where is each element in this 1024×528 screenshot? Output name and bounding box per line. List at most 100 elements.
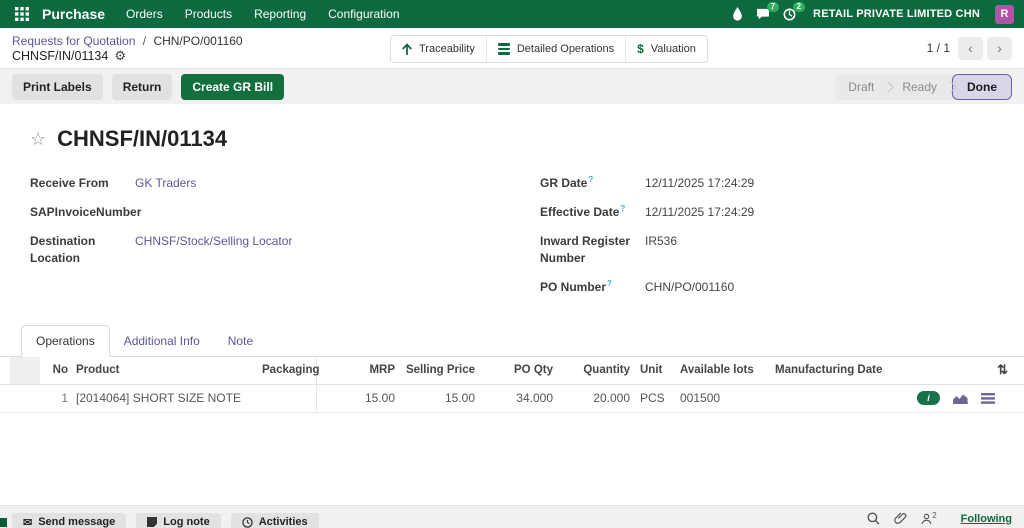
cell-mrp[interactable]: 15.00 [317,391,395,405]
smart-button-group: Traceability Detailed Operations $ Valua… [390,35,708,63]
destination-location-value[interactable]: CHNSF/Stock/Selling Locator [135,233,292,265]
followers-icon[interactable]: 2 [921,510,937,525]
menu-orders[interactable]: Orders [115,7,174,21]
cell-unit[interactable]: PCS [630,391,675,405]
apps-grid-icon[interactable] [10,7,34,21]
header-manufacturing-date[interactable]: Manufacturing Date [770,364,905,376]
area-chart-icon[interactable] [953,393,968,404]
messages-badge: 7 [766,2,780,12]
app-name[interactable]: Purchase [42,6,105,22]
status-action-row: Print Labels Return Create GR Bill Draft… [0,68,1024,104]
cell-quantity[interactable]: 20.000 [553,391,630,405]
valuation-button[interactable]: $ Valuation [625,36,707,62]
activities-clock-icon[interactable]: 2 [783,1,806,21]
user-avatar[interactable]: R [995,4,1014,24]
activities-button[interactable]: Activities [230,513,319,528]
header-unit[interactable]: Unit [630,364,675,376]
print-labels-button[interactable]: Print Labels [12,73,103,100]
tab-note[interactable]: Note [214,326,267,356]
corner-accent [0,518,7,527]
breadcrumb-requests-for-quotation[interactable]: Requests for Quotation [12,34,135,48]
activities-label: Activities [258,516,308,528]
traceability-button[interactable]: Traceability [391,36,486,62]
gr-date-label: GR Date? [540,175,594,190]
breadcrumb-current: CHNSF/IN/01134 [12,48,109,63]
gear-icon[interactable]: ⚙ [114,49,126,62]
traceability-label: Traceability [419,43,475,55]
top-nav-bar: Purchase Orders Products Reporting Confi… [0,0,1024,28]
detailed-list-icon[interactable] [981,392,995,404]
tab-operations[interactable]: Operations [21,324,110,357]
page-title: CHNSF/IN/01134 [57,126,228,151]
log-note-button[interactable]: Log note [136,513,221,528]
field-grid: Receive From GK Traders SAPInvoiceNumber… [0,175,1024,308]
create-gr-bill-button[interactable]: Create GR Bill [181,73,285,100]
help-icon: ? [607,278,612,288]
favorite-star-icon[interactable]: ☆ [30,130,46,148]
table-header-row: No Product Packaging MRP Selling Price P… [0,356,1024,385]
envelope-icon: ✉ [23,516,33,528]
company-name[interactable]: RETAIL PRIVATE LIMITED CHN [813,8,980,20]
row-handle-column [10,356,40,384]
detailed-operations-button[interactable]: Detailed Operations [485,36,626,62]
inward-register-number-label: Inward Register Number [540,234,631,265]
field-effective-date: Effective Date? 12/11/2025 17:24:29 [540,204,1024,220]
cell-no: 1 [61,391,68,406]
menu-products[interactable]: Products [174,7,243,21]
attachment-paperclip-icon[interactable] [894,512,907,525]
dollar-icon: $ [637,42,644,56]
return-button[interactable]: Return [111,73,173,100]
header-product[interactable]: Product [68,364,262,376]
tab-additional-info[interactable]: Additional Info [110,326,214,356]
send-message-button[interactable]: ✉ Send message [12,513,127,528]
cell-po-qty[interactable]: 34.000 [475,391,553,405]
breadcrumb: Requests for Quotation / CHN/PO/001160 C… [12,34,243,63]
header-quantity[interactable]: Quantity [553,364,630,376]
table-row[interactable]: 1 [2014064] SHORT SIZE NOTE 15.00 15.00 … [0,384,1024,413]
breadcrumb-separator: / [142,33,147,48]
po-number-label: PO Number? [540,278,612,294]
status-step-draft[interactable]: Draft [835,74,887,100]
activities-badge: 2 [792,1,806,12]
operations-table: No Product Packaging MRP Selling Price P… [0,356,1024,413]
receive-from-value[interactable]: GK Traders [135,175,196,191]
log-note-label: Log note [163,516,210,528]
breadcrumb-po[interactable]: CHN/PO/001160 [153,34,242,48]
header-po-qty[interactable]: PO Qty [475,364,553,376]
following-button[interactable]: Following [961,513,1012,525]
field-receive-from: Receive From GK Traders [30,175,512,191]
followers-count: 2 [932,510,937,520]
po-number-value[interactable]: CHN/PO/001160 [645,279,734,295]
status-step-ready[interactable]: Ready [889,74,950,100]
droplet-icon[interactable] [732,7,743,21]
status-step-done[interactable]: Done [952,73,1012,100]
effective-date-value[interactable]: 12/11/2025 17:24:29 [645,204,754,220]
row-handle [10,385,40,412]
header-no[interactable]: No [40,364,68,376]
gr-date-value[interactable]: 12/11/2025 17:24:29 [645,175,754,191]
inward-register-number-value[interactable]: IR536 [645,233,677,265]
topbar-right: 7 2 RETAIL PRIVATE LIMITED CHN R [732,1,1014,24]
field-gr-date: GR Date? 12/11/2025 17:24:29 [540,175,1024,191]
clock-icon [241,516,253,528]
list-lines-icon [497,43,510,55]
detailed-operations-label: Detailed Operations [516,43,615,55]
header-selling-price[interactable]: Selling Price [395,364,475,376]
menu-reporting[interactable]: Reporting [243,7,317,21]
header-packaging[interactable]: Packaging [262,356,320,384]
optional-columns-icon[interactable]: ⇅ [997,362,1008,377]
header-mrp[interactable]: MRP [317,364,395,376]
pager-next-icon[interactable]: › [987,36,1012,60]
messages-icon[interactable]: 7 [756,2,780,20]
cell-available-lots[interactable]: 001500 [675,391,770,405]
pager-prev-icon[interactable]: ‹ [958,36,983,60]
lot-info-badge-icon[interactable]: i [917,391,940,406]
cell-product[interactable]: [2014064] SHORT SIZE NOTE [68,391,262,405]
menu-configuration[interactable]: Configuration [317,7,410,21]
notebook-tabs: Operations Additional Info Note [0,324,1024,357]
cell-packaging[interactable] [262,384,317,412]
search-icon[interactable] [867,512,880,525]
header-available-lots[interactable]: Available lots [675,364,770,376]
send-message-label: Send message [38,516,116,528]
cell-selling-price[interactable]: 15.00 [395,391,475,405]
